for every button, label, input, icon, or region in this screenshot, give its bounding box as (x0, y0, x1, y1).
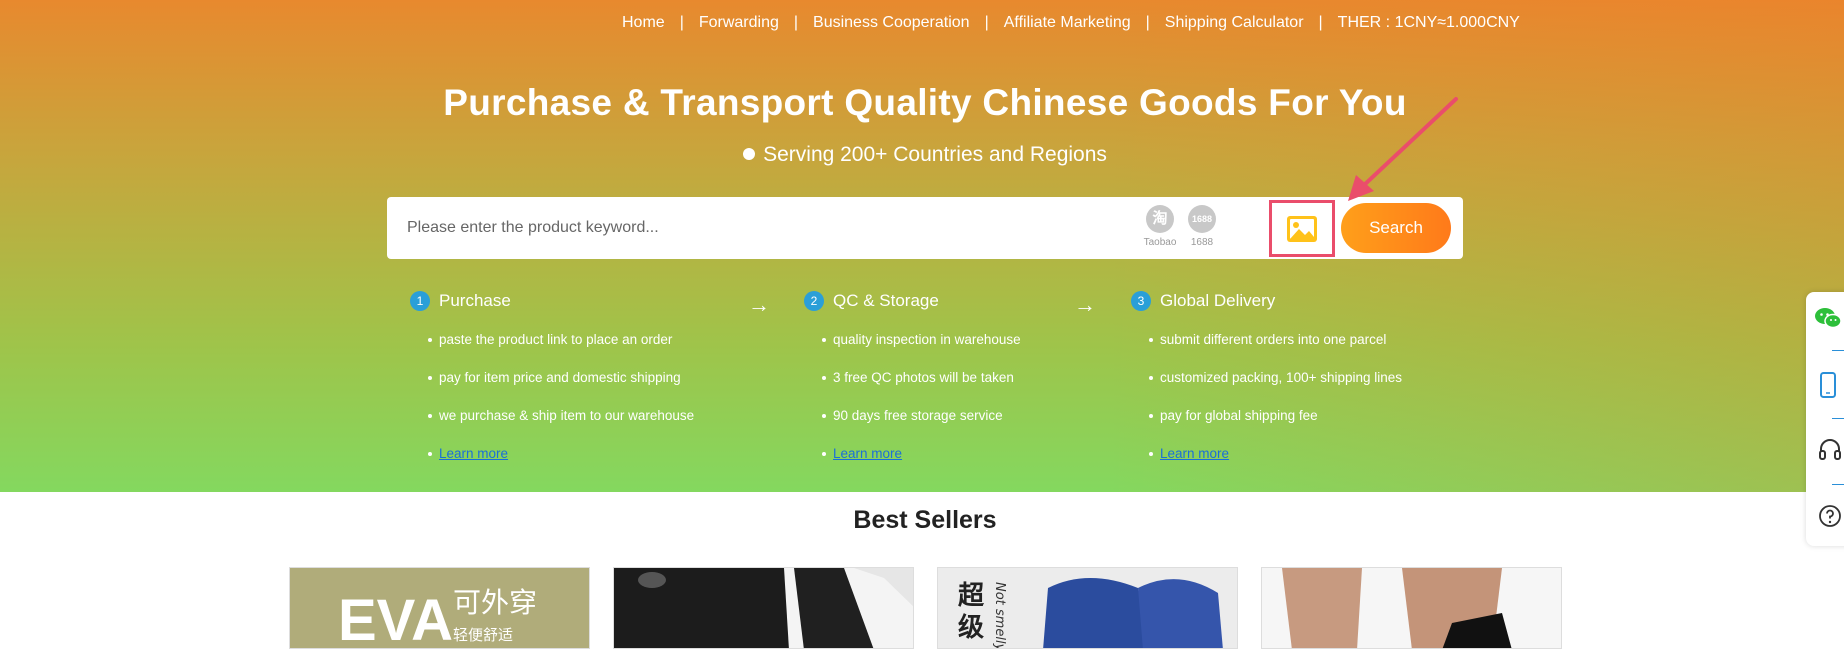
step-item: submit different orders into one parcel (1131, 327, 1402, 365)
product-tag-text: 轻便舒适 (453, 626, 513, 644)
step-item: pay for global shipping fee (1131, 403, 1402, 441)
nav-business-cooperation[interactable]: Business Cooperation (813, 14, 970, 32)
currency-selector[interactable]: THER : 1CNY≈1.000CNY (1338, 14, 1520, 32)
learn-more-link[interactable]: Learn more (439, 446, 508, 461)
platform-taobao[interactable]: 淘 Taobao (1140, 205, 1180, 248)
product-card[interactable]: EVA 可外穿 轻便舒适 (289, 567, 590, 649)
step-number-badge: 3 (1131, 291, 1151, 311)
hero-subtitle: Serving 200+ Countries and Regions (0, 143, 1844, 167)
nav-home[interactable]: Home (622, 14, 665, 32)
nav-separator: | (1318, 14, 1323, 31)
step-item: 90 days free storage service (804, 403, 1021, 441)
search-bar: 淘 Taobao 1688 1688 Search (387, 197, 1463, 259)
step-item: 3 free QC photos will be taken (804, 365, 1021, 403)
step-list: quality inspection in warehouse 3 free Q… (804, 327, 1021, 479)
product-image (614, 568, 913, 648)
step-number-badge: 2 (804, 291, 824, 311)
nav-forwarding[interactable]: Forwarding (699, 14, 779, 32)
arrow-right-icon: → (748, 292, 770, 317)
bullet-dot-icon (743, 148, 756, 160)
product-tag-text: 超 (958, 581, 985, 611)
search-button[interactable]: Search (1341, 203, 1451, 253)
product-tag-text: Not smelly (992, 582, 1007, 649)
product-card[interactable]: 超 级 Not smelly (937, 567, 1238, 649)
learn-more-link[interactable]: Learn more (833, 446, 902, 461)
step-item: Learn more (410, 441, 694, 479)
product-card[interactable] (1261, 567, 1562, 649)
1688-icon: 1688 (1188, 205, 1216, 233)
step-title: QC & Storage (833, 291, 939, 310)
hero-title: Purchase & Transport Quality Chinese Goo… (443, 82, 1407, 123)
step-item: pay for item price and domestic shipping (410, 365, 694, 403)
step-list: submit different orders into one parcel … (1131, 327, 1402, 479)
step-title: Purchase (439, 291, 511, 310)
step-list: paste the product link to place an order… (410, 327, 694, 479)
step-item: paste the product link to place an order (410, 327, 694, 365)
help-icon[interactable] (1818, 504, 1842, 528)
image-search-button[interactable] (1269, 200, 1335, 257)
annotation-arrow-icon (1348, 97, 1458, 201)
step-qc-storage: 2 QC & Storage quality inspection in war… (804, 288, 1021, 479)
nav-separator: | (984, 14, 989, 31)
product-image: EVA 可外穿 轻便舒适 (290, 568, 589, 649)
nav-separator: | (679, 14, 684, 31)
platform-1688[interactable]: 1688 1688 (1182, 205, 1222, 248)
step-title: Global Delivery (1160, 291, 1276, 310)
step-item: Learn more (1131, 441, 1402, 479)
process-steps: 1 Purchase paste the product link to pla… (0, 288, 1844, 478)
step-global-delivery: 3 Global Delivery submit different order… (1131, 288, 1402, 479)
product-image (1262, 568, 1561, 648)
platform-label: 1688 (1190, 237, 1214, 248)
product-tag-text: 可外穿 (453, 586, 537, 619)
divider (1832, 484, 1844, 485)
product-tag-text: 级 (958, 612, 984, 643)
nav-separator: | (793, 14, 799, 31)
product-image: 超 级 Not smelly (938, 568, 1237, 649)
step-item: quality inspection in warehouse (804, 327, 1021, 365)
top-navigation: Home | Forwarding | Business Cooperation… (622, 12, 1520, 34)
step-item: customized packing, 100+ shipping lines (1131, 365, 1402, 403)
step-item: Learn more (804, 441, 1021, 479)
best-sellers-heading: Best Sellers (853, 506, 997, 534)
step-item: we purchase & ship item to our warehouse (410, 403, 694, 441)
learn-more-link[interactable]: Learn more (1160, 446, 1229, 461)
product-card[interactable] (613, 567, 914, 649)
nav-separator: | (1145, 14, 1150, 31)
step-number-badge: 1 (410, 291, 430, 311)
step-purchase: 1 Purchase paste the product link to pla… (410, 288, 694, 479)
nav-shipping-calculator[interactable]: Shipping Calculator (1165, 14, 1304, 32)
image-icon (1287, 215, 1317, 242)
nav-affiliate-marketing[interactable]: Affiliate Marketing (1004, 14, 1131, 32)
taobao-icon: 淘 (1146, 205, 1174, 233)
product-brand-text: EVA (338, 588, 453, 649)
platform-label: Taobao (1143, 237, 1177, 248)
hero-subtitle-text: Serving 200+ Countries and Regions (763, 143, 1107, 166)
search-input[interactable] (407, 213, 1107, 243)
arrow-right-icon: → (1074, 292, 1096, 317)
